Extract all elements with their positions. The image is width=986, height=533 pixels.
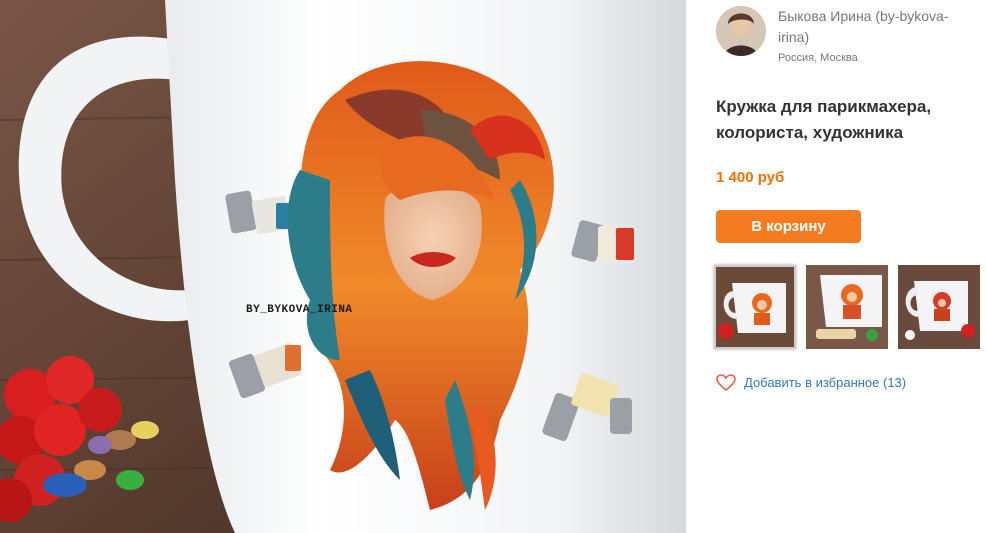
- product-price: 1 400 руб: [716, 169, 785, 186]
- watermark-text: BY_BYKOVA_IRINA: [246, 304, 353, 316]
- thumbnail-3[interactable]: [898, 265, 980, 349]
- product-info-panel: Быкова Ирина (by-bykova-irina) Россия, М…: [686, 0, 986, 533]
- heart-icon: [716, 374, 736, 392]
- seller-location: Россия, Москва: [778, 52, 858, 64]
- thumbnail-gallery: [714, 265, 984, 351]
- product-title: Кружка для парикмахера, колориста, худож…: [716, 97, 932, 142]
- thumbnail-1[interactable]: [714, 265, 796, 349]
- add-to-cart-button[interactable]: В корзину: [716, 210, 861, 243]
- seller-block: Быкова Ирина (by-bykova-irina) Россия, М…: [716, 6, 976, 66]
- product-main-photo[interactable]: BY_BYKOVA_IRINA: [0, 0, 686, 533]
- favorites-label: Добавить в избранное (13): [744, 375, 907, 390]
- thumbnail-2[interactable]: [806, 265, 888, 349]
- add-to-favorites-link[interactable]: Добавить в избранное (13): [716, 373, 976, 393]
- seller-avatar[interactable]: [716, 6, 766, 56]
- seller-name-link[interactable]: Быкова Ирина (by-bykova-irina): [778, 6, 978, 48]
